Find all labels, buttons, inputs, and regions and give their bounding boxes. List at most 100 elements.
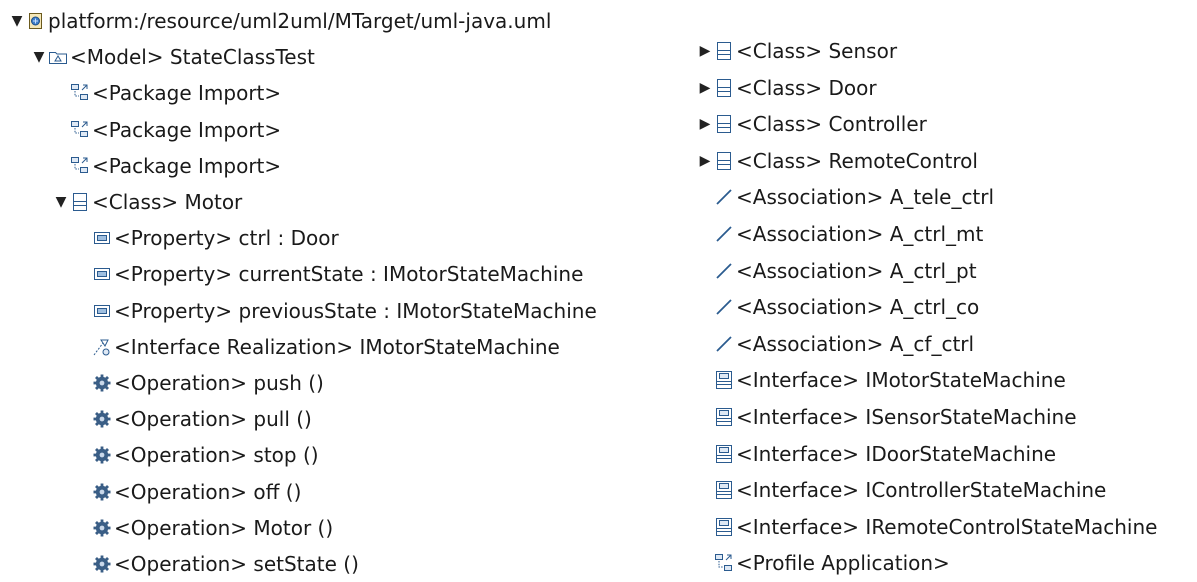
tree-item[interactable]: ▶ <Class> RemoteControl	[696, 143, 978, 179]
tree-item-label: <Operation> push ()	[114, 371, 324, 395]
tree-item-label: <Property> currentState : IMotorStateMac…	[114, 262, 584, 287]
tree-item-label: <Package Import>	[92, 81, 282, 106]
property-icon	[92, 263, 112, 285]
package-import-icon	[70, 119, 90, 141]
tree-item[interactable]: ▼ platform:/resource/uml2uml/MTarget/uml-…	[8, 3, 552, 39]
tree-item[interactable]: <Interface> IControllerStateMachine	[696, 472, 1106, 508]
tree-item[interactable]: ▼ <Class> Motor	[52, 184, 243, 220]
expanded-arrow-icon[interactable]: ▼	[30, 49, 48, 65]
tree-item-label: <Class> Motor	[92, 190, 243, 214]
tree-item[interactable]: <Operation> off ()	[74, 474, 301, 510]
tree-item-label: <Class> Controller	[736, 112, 927, 137]
interface-icon	[714, 479, 734, 501]
tree-item-label: <Interface> IMotorStateMachine	[736, 368, 1066, 393]
tree-item-label: <Operation> off ()	[114, 479, 302, 504]
tree-item-label: <Property> previousState : IMotorStateMa…	[114, 298, 597, 323]
operation-icon	[92, 372, 112, 394]
tree-item-label: platform:/resource/uml2uml/MTarget/uml-j…	[48, 9, 552, 33]
tree-item[interactable]: <Package Import>	[52, 75, 281, 111]
operation-icon	[92, 517, 112, 539]
tree-item[interactable]: <Package Import>	[52, 148, 281, 184]
interface-realization-icon	[92, 336, 112, 358]
tree-item-label: <Package Import>	[92, 153, 282, 178]
tree-item[interactable]: <Association> A_cf_ctrl	[696, 326, 974, 362]
tree-item-label: <Operation> setState ()	[114, 552, 359, 576]
tree-item-label: <Association> A_ctrl_mt	[736, 222, 984, 246]
collapsed-arrow-icon[interactable]: ▶	[696, 153, 714, 169]
tree-item[interactable]: ▶ <Class> Door	[696, 70, 877, 106]
association-icon	[714, 296, 734, 318]
property-icon	[92, 227, 112, 249]
tree-item-label: <Model> StateClassTest	[70, 45, 315, 70]
operation-icon	[92, 481, 112, 503]
interface-icon	[714, 516, 734, 538]
tree-item[interactable]: <Interface> ISensorStateMachine	[696, 399, 1077, 435]
expanded-arrow-icon[interactable]: ▼	[8, 13, 26, 29]
tree-item[interactable]: ▶ <Class> Controller	[696, 106, 927, 142]
package-import-icon	[70, 155, 90, 177]
tree-item-label: <Operation> Motor ()	[114, 515, 334, 540]
tree-item-label: <Class> Door	[736, 75, 877, 100]
operation-icon	[92, 444, 112, 466]
profile-application-icon	[714, 552, 734, 574]
operation-icon	[92, 408, 112, 430]
tree-item-label: <Package Import>	[92, 117, 282, 142]
tree-item[interactable]: <Interface Realization> IMotorStateMachi…	[74, 329, 560, 365]
tree-item-label: <Class> Sensor	[736, 39, 898, 63]
tree-item-label: <Interface> IDoorStateMachine	[736, 441, 1057, 466]
tree-item[interactable]: <Operation> push ()	[74, 365, 324, 401]
collapsed-arrow-icon[interactable]: ▶	[696, 43, 714, 59]
tree-item-label: <Association> A_ctrl_co	[736, 295, 980, 320]
tree-item[interactable]: <Association> A_tele_ctrl	[696, 179, 994, 215]
class-icon	[714, 113, 734, 135]
association-icon	[714, 223, 734, 245]
tree-item[interactable]: <Association> A_ctrl_co	[696, 289, 979, 325]
tree-item[interactable]: <Association> A_ctrl_pt	[696, 253, 977, 289]
tree-item[interactable]: <Profile Application>	[696, 545, 950, 581]
class-icon	[714, 77, 734, 99]
association-icon	[714, 186, 734, 208]
class-icon	[714, 150, 734, 172]
association-icon	[714, 333, 734, 355]
interface-icon	[714, 443, 734, 465]
class-icon	[714, 40, 734, 62]
tree-item-label: <Interface> ISensorStateMachine	[736, 405, 1077, 429]
tree-item[interactable]: <Operation> pull ()	[74, 401, 312, 437]
tree-item-label: <Association> A_tele_ctrl	[736, 185, 995, 210]
resource-icon	[26, 10, 46, 32]
property-icon	[92, 300, 112, 322]
tree-item-label: <Association> A_ctrl_pt	[736, 258, 977, 283]
interface-icon	[714, 369, 734, 391]
tree-item-label: <Interface> IRemoteControlStateMachine	[736, 514, 1158, 539]
collapsed-arrow-icon[interactable]: ▶	[696, 80, 714, 96]
collapsed-arrow-icon[interactable]: ▶	[696, 116, 714, 132]
tree-item[interactable]: <Operation> stop ()	[74, 437, 319, 473]
tree-item[interactable]: <Property> ctrl : Door	[74, 220, 339, 256]
tree-item[interactable]: ▼ <Model> StateClassTest	[30, 39, 315, 75]
class-icon	[70, 191, 90, 213]
association-icon	[714, 260, 734, 282]
tree-item-label: <Profile Application>	[736, 551, 950, 576]
tree-item-label: <Class> RemoteControl	[736, 148, 978, 173]
tree-item[interactable]: <Operation> setState ()	[74, 546, 359, 582]
tree-item-label: <Interface> IControllerStateMachine	[736, 478, 1107, 503]
tree-item[interactable]: <Operation> Motor ()	[74, 510, 333, 546]
tree-item[interactable]: <Property> currentState : IMotorStateMac…	[74, 256, 583, 292]
tree-item-label: <Operation> stop ()	[114, 443, 319, 468]
package-import-icon	[70, 82, 90, 104]
tree-item[interactable]: <Interface> IRemoteControlStateMachine	[696, 509, 1157, 545]
tree-item[interactable]: <Interface> IMotorStateMachine	[696, 362, 1066, 398]
tree-item-label: <Property> ctrl : Door	[114, 226, 339, 251]
model-icon	[48, 46, 68, 68]
operation-icon	[92, 553, 112, 575]
interface-icon	[714, 406, 734, 428]
expanded-arrow-icon[interactable]: ▼	[52, 194, 70, 210]
tree-item-label: <Association> A_cf_ctrl	[736, 331, 975, 356]
tree-item-label: <Operation> pull ()	[114, 407, 312, 432]
tree-item-label: <Interface Realization> IMotorStateMachi…	[114, 334, 560, 359]
tree-item[interactable]: <Interface> IDoorStateMachine	[696, 436, 1056, 472]
tree-item[interactable]: <Association> A_ctrl_mt	[696, 216, 983, 252]
tree-item[interactable]: ▶ <Class> Sensor	[696, 33, 897, 69]
tree-item[interactable]: <Property> previousState : IMotorStateMa…	[74, 293, 597, 329]
tree-item[interactable]: <Package Import>	[52, 112, 281, 148]
